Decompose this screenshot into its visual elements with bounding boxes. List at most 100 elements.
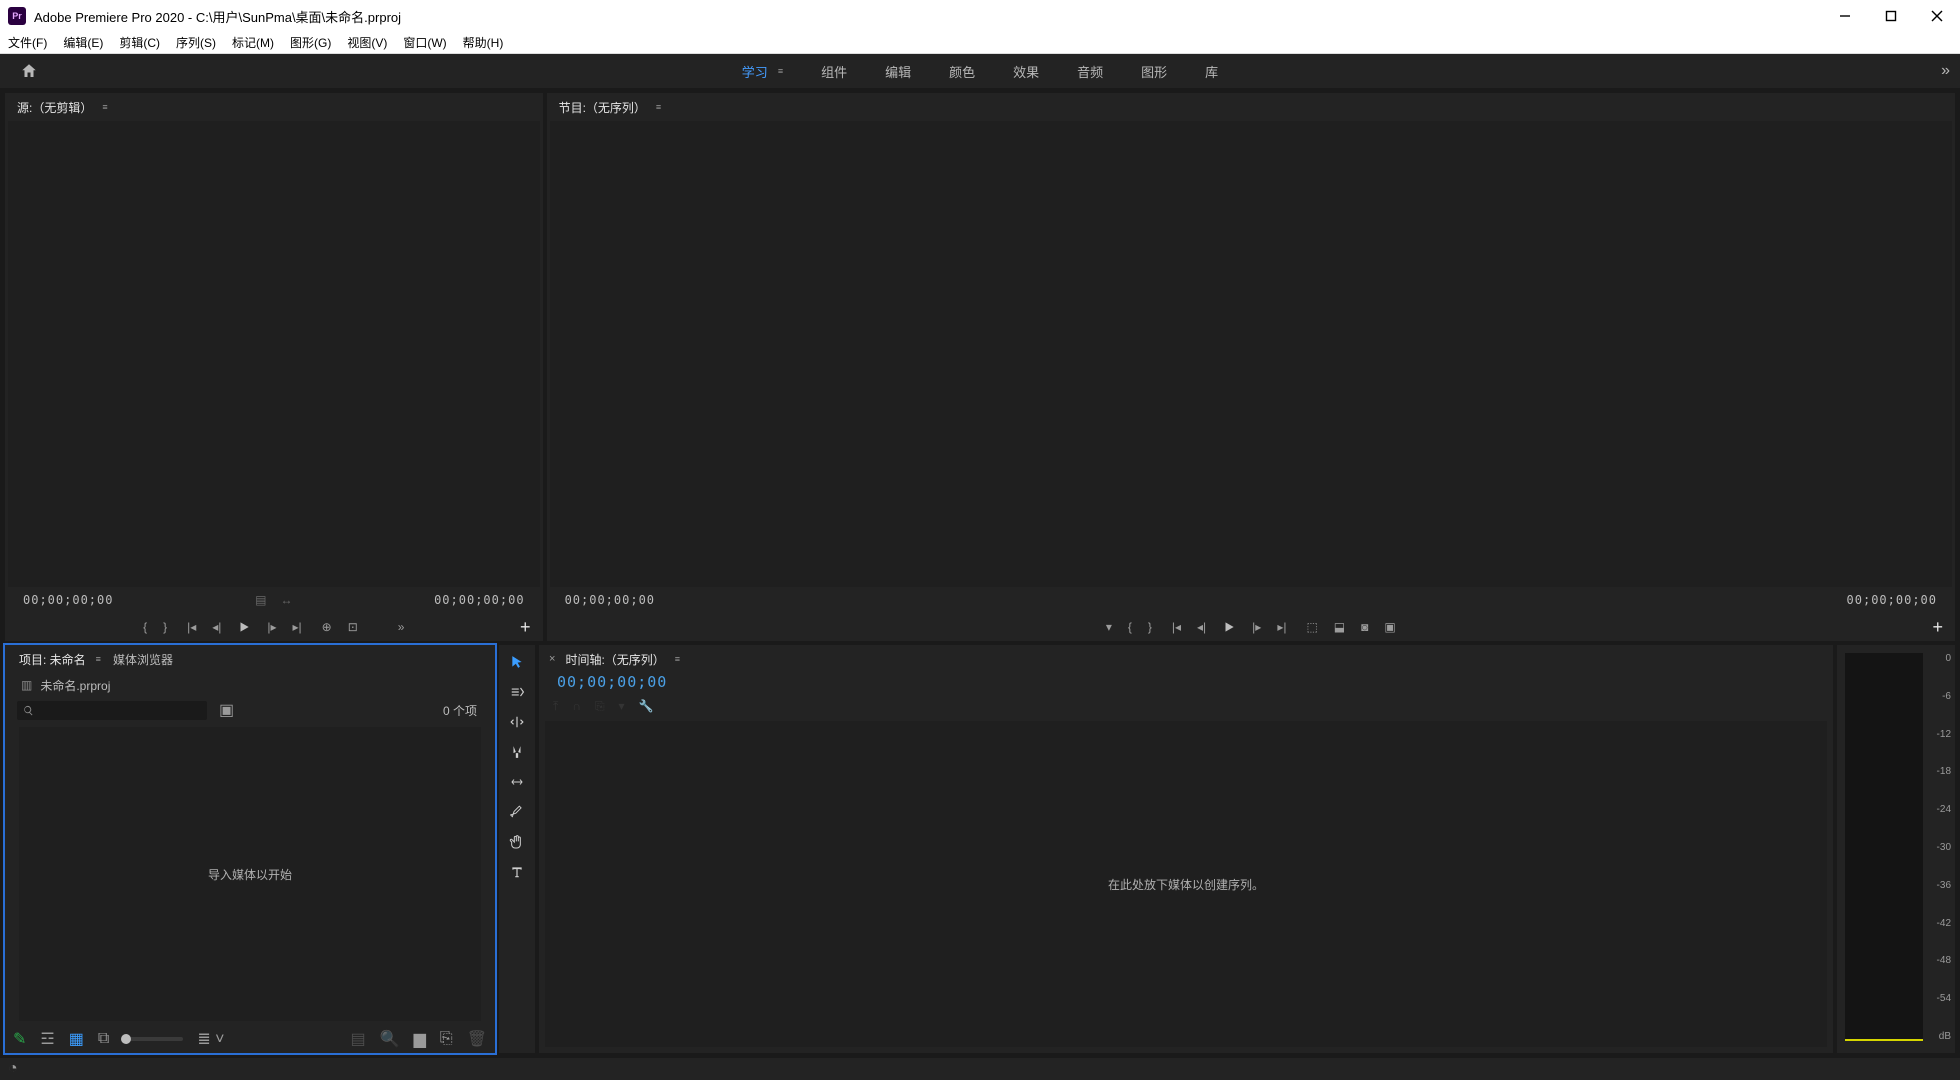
- filter-bin-icon[interactable]: ▣: [219, 700, 234, 720]
- panel-menu-icon[interactable]: ≡: [96, 654, 101, 664]
- new-item-icon[interactable]: ⎘: [440, 1030, 453, 1048]
- mark-out-icon[interactable]: }: [1148, 620, 1152, 634]
- linked-selection-icon[interactable]: ⎘: [595, 699, 605, 714]
- play-icon[interactable]: [237, 620, 251, 634]
- program-monitor-view[interactable]: [550, 121, 1952, 587]
- mark-in-icon[interactable]: {: [1128, 620, 1132, 634]
- panel-menu-icon[interactable]: ≡: [102, 102, 107, 112]
- program-tab[interactable]: 节目:（无序列）≡: [557, 95, 664, 120]
- type-tool[interactable]: [505, 861, 529, 883]
- go-to-out-icon[interactable]: ▸|: [1277, 620, 1286, 634]
- timeline-settings-icon[interactable]: 🔧: [639, 699, 654, 713]
- comparison-view-icon[interactable]: ▣: [1384, 620, 1395, 634]
- resolution-icon[interactable]: ↔: [280, 593, 292, 607]
- menu-file[interactable]: 文件(F): [0, 33, 55, 53]
- minimize-button[interactable]: [1822, 0, 1868, 32]
- menu-help[interactable]: 帮助(H): [455, 33, 512, 53]
- panel-menu-icon[interactable]: ≡: [656, 102, 661, 112]
- step-back-icon[interactable]: ◂|: [1197, 620, 1206, 634]
- menu-graphics[interactable]: 图形(G): [282, 33, 339, 53]
- workspace-effects[interactable]: 效果: [1013, 62, 1039, 81]
- go-to-in-icon[interactable]: |◂: [187, 620, 196, 634]
- pen-tool[interactable]: [505, 801, 529, 823]
- list-view-icon[interactable]: ☲: [40, 1029, 54, 1049]
- zoom-slider[interactable]: [123, 1037, 183, 1041]
- step-forward-icon[interactable]: |▸: [267, 620, 276, 634]
- add-marker-icon[interactable]: ▾: [1106, 620, 1112, 634]
- workspace-assembly[interactable]: 组件: [821, 62, 847, 81]
- menu-marker[interactable]: 标记(M): [224, 33, 282, 53]
- workspace-audio[interactable]: 音频: [1077, 62, 1103, 81]
- button-editor-icon[interactable]: +: [520, 617, 531, 638]
- workspace-editing[interactable]: 编辑: [885, 62, 911, 81]
- freeform-view-icon[interactable]: ⧉: [98, 1030, 109, 1048]
- project-dropzone[interactable]: 导入媒体以开始: [19, 727, 481, 1021]
- status-bar: ◔: [0, 1058, 1960, 1080]
- close-panel-icon[interactable]: ×: [549, 653, 555, 665]
- lift-icon[interactable]: ⬚: [1306, 620, 1317, 634]
- project-tab[interactable]: 项目: 未命名≡: [15, 648, 105, 671]
- export-frame-icon[interactable]: ◙: [1361, 620, 1368, 634]
- clear-icon[interactable]: 🗑: [467, 1029, 487, 1049]
- icon-view-icon[interactable]: ▦: [69, 1029, 84, 1049]
- fit-icon[interactable]: ▤: [255, 593, 266, 607]
- step-forward-icon[interactable]: |▸: [1252, 620, 1261, 634]
- menu-view[interactable]: 视图(V): [339, 33, 395, 53]
- mark-out-icon[interactable]: }: [163, 620, 167, 634]
- step-back-icon[interactable]: ◂|: [212, 620, 221, 634]
- workspace-learn[interactable]: 学习≡: [742, 62, 783, 81]
- button-editor-icon[interactable]: +: [1932, 617, 1943, 638]
- source-tab[interactable]: 源:（无剪辑）≡: [15, 95, 110, 120]
- menu-sequence[interactable]: 序列(S): [168, 33, 224, 53]
- writable-icon[interactable]: ✎: [13, 1029, 26, 1049]
- track-select-tool[interactable]: [505, 681, 529, 703]
- razor-tool[interactable]: [505, 741, 529, 763]
- source-monitor-view[interactable]: [8, 121, 540, 587]
- program-timecode-right: 00;00;00;00: [1847, 593, 1937, 607]
- panel-menu-icon[interactable]: ≡: [675, 654, 680, 664]
- ripple-edit-tool[interactable]: [505, 711, 529, 733]
- tools-panel: [499, 645, 535, 1053]
- menu-clip[interactable]: 剪辑(C): [111, 33, 168, 53]
- close-button[interactable]: [1914, 0, 1960, 32]
- new-bin-icon[interactable]: ▆: [414, 1029, 426, 1049]
- extract-icon[interactable]: ⬓: [1334, 620, 1345, 634]
- search-input[interactable]: [17, 701, 207, 720]
- workspace-overflow-button[interactable]: »: [1941, 62, 1950, 80]
- window-titlebar: Pr Adobe Premiere Pro 2020 - C:\用户\SunPm…: [0, 0, 1960, 32]
- menu-edit[interactable]: 编辑(E): [55, 33, 111, 53]
- go-to-out-icon[interactable]: ▸|: [293, 620, 302, 634]
- status-icon[interactable]: ◔: [8, 1060, 18, 1078]
- program-timecode-left[interactable]: 00;00;00;00: [565, 593, 655, 607]
- automate-to-sequence-icon[interactable]: ▤: [351, 1029, 366, 1049]
- media-browser-tab[interactable]: 媒体浏览器: [109, 648, 177, 671]
- snap-icon[interactable]: ∩: [572, 699, 581, 713]
- maximize-button[interactable]: [1868, 0, 1914, 32]
- insert-icon[interactable]: ⊕: [322, 620, 332, 634]
- source-transport: { } |◂ ◂| |▸ ▸| ⊕ ⊡ » +: [5, 613, 543, 641]
- timeline-timecode[interactable]: 00;00;00;00: [557, 673, 667, 691]
- play-icon[interactable]: [1222, 620, 1236, 634]
- workspace-color[interactable]: 颜色: [949, 62, 975, 81]
- overwrite-icon[interactable]: ⊡: [348, 620, 358, 634]
- slip-tool[interactable]: [505, 771, 529, 793]
- go-to-in-icon[interactable]: |◂: [1172, 620, 1181, 634]
- selection-tool[interactable]: [505, 651, 529, 673]
- timeline-tab[interactable]: 时间轴:（无序列）≡: [563, 647, 682, 672]
- hand-tool[interactable]: [505, 831, 529, 853]
- find-icon[interactable]: 🔍: [380, 1029, 400, 1049]
- search-field[interactable]: [34, 704, 201, 716]
- sort-icon[interactable]: ≣ ˅: [197, 1029, 224, 1049]
- add-marker-icon[interactable]: ▾: [619, 699, 625, 713]
- home-button[interactable]: [0, 54, 58, 88]
- mark-in-icon[interactable]: {: [143, 620, 147, 634]
- app-logo: Pr: [8, 7, 26, 25]
- insert-sequence-icon[interactable]: ⤒: [553, 699, 558, 714]
- timeline-dropzone[interactable]: 在此处放下媒体以创建序列。: [545, 721, 1827, 1047]
- audio-meter[interactable]: [1845, 653, 1923, 1041]
- export-frame-icon[interactable]: »: [398, 620, 405, 634]
- workspace-graphics[interactable]: 图形: [1141, 62, 1167, 81]
- workspace-libraries[interactable]: 库: [1205, 62, 1218, 81]
- menu-window[interactable]: 窗口(W): [395, 33, 454, 53]
- source-timecode-left[interactable]: 00;00;00;00: [23, 593, 113, 607]
